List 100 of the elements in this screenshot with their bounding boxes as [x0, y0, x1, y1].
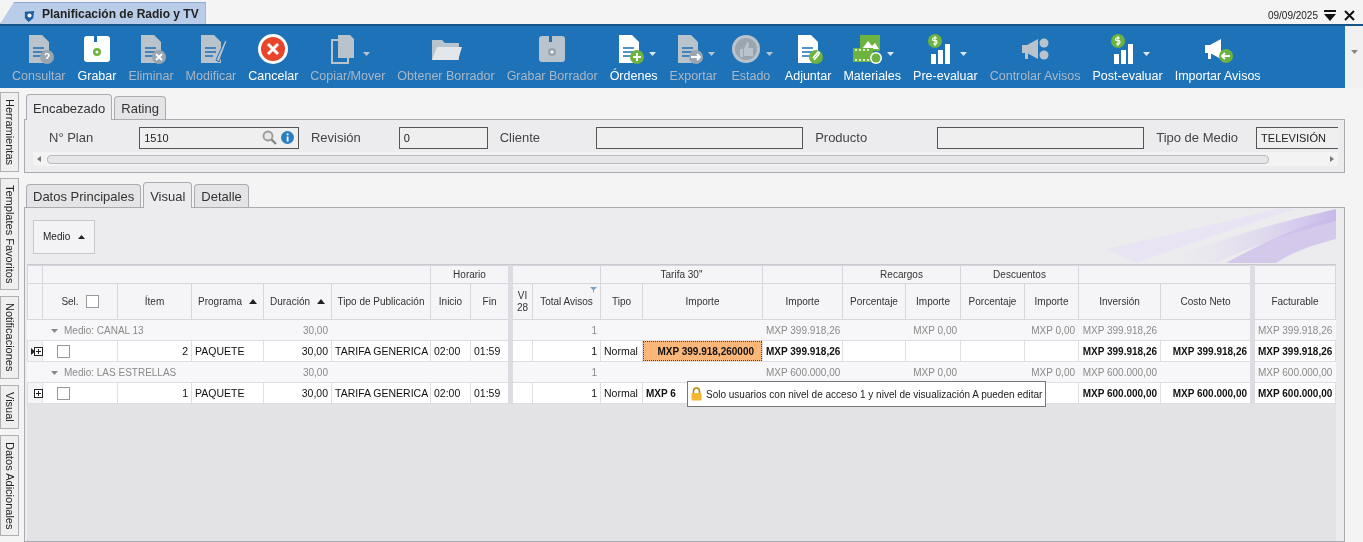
column-header[interactable]: Programa — [191, 283, 264, 320]
toolbar-button[interactable]: Órdenes — [603, 26, 664, 88]
close-icon[interactable] — [1344, 9, 1355, 21]
group-summary: MXP 600.000,00 — [1258, 366, 1333, 378]
table-cell: MXP 399.918,26 — [1258, 345, 1333, 357]
table-cell: 2 — [182, 345, 188, 357]
table-cell: 1 — [591, 387, 597, 399]
input-field[interactable] — [937, 126, 1145, 149]
column-header[interactable]: Inicio — [430, 283, 471, 320]
lock-icon — [691, 387, 702, 401]
table-cell: 30,00 — [301, 387, 328, 399]
expand-icon[interactable] — [34, 388, 43, 398]
checkbox[interactable] — [85, 295, 99, 308]
side-tab[interactable]: Visual — [0, 384, 19, 429]
toolbar-button[interactable]: Pre-evaluar — [907, 26, 984, 88]
search-icon[interactable] — [261, 130, 277, 145]
column-header[interactable]: Facturable — [1252, 283, 1336, 320]
side-tab[interactable]: Datos Adicionales — [0, 434, 19, 537]
side-tab[interactable]: Templates Favoritos — [0, 178, 19, 291]
input-field[interactable] — [596, 126, 804, 149]
toolbar-button[interactable]: Adjuntar — [778, 26, 838, 88]
group-label: Medio: LAS ESTRELLAS — [64, 366, 177, 378]
cancel-icon — [256, 32, 291, 66]
table-cell: PAQUETE — [195, 387, 245, 399]
group-summary: 1 — [591, 324, 597, 336]
group-label: Medio: CANAL 13 — [64, 324, 144, 336]
input-field[interactable]: TELEVISIÓN — [1256, 126, 1338, 149]
table-cell: MXP 399.918,26 — [766, 345, 841, 357]
column-header[interactable]: Importe — [905, 283, 961, 320]
column-header[interactable]: Fin — [470, 283, 511, 320]
input-field[interactable]: 1510 — [139, 126, 299, 149]
column-header[interactable]: Inversión — [1078, 283, 1161, 320]
table-cell: MXP 399.918,26 — [1172, 345, 1247, 357]
toolbar-button[interactable]: Importar Avisos — [1168, 26, 1267, 88]
group-by-chip[interactable]: Medio — [33, 219, 96, 254]
group-summary: 30,00 — [302, 366, 328, 378]
input-field[interactable]: 0 — [398, 126, 488, 149]
table-cell[interactable]: MXP 399.918,260000 — [643, 341, 762, 361]
column-header[interactable]: Porcentaje — [960, 283, 1025, 320]
toolbar-button[interactable]: Post-evaluar — [1086, 26, 1169, 88]
table-cell: TARIFA GENERICA — [335, 345, 429, 357]
column-header[interactable]: Costo Neto — [1160, 283, 1253, 320]
column-header[interactable]: Tipo de Publicación — [331, 283, 431, 320]
scroll-left-icon[interactable] — [37, 156, 41, 162]
group-summary: MXP 0,00 — [1031, 366, 1075, 378]
group-summary: MXP 399.918,26 — [1258, 324, 1333, 336]
group-summary: MXP 399.918,26 — [766, 324, 841, 336]
toolbar-button[interactable]: Grabar — [71, 26, 123, 88]
column-header[interactable]: Ítem — [117, 283, 192, 320]
expand-icon[interactable] — [34, 346, 43, 356]
horizontal-scrollbar[interactable] — [33, 152, 1338, 166]
group-summary: MXP 600.000,00 — [766, 366, 841, 378]
column-header[interactable]: Importe — [642, 283, 763, 320]
table-cell: MXP 600.000,00 — [1082, 387, 1157, 399]
table-cell: 02:00 — [434, 387, 461, 399]
table-cell: PAQUETE — [195, 345, 245, 357]
collapse-caret-icon[interactable] — [51, 368, 58, 376]
column-group-header: Descuentos — [993, 269, 1046, 280]
tab[interactable]: Visual — [143, 182, 193, 208]
checkbox[interactable] — [57, 386, 70, 400]
image-film-icon — [850, 32, 885, 66]
side-tab[interactable]: Herramientas — [0, 92, 19, 173]
column-header[interactable]: Tipo — [600, 283, 643, 320]
dropdown-menu-icon[interactable] — [1324, 9, 1336, 21]
column-header[interactable]: Importe — [1024, 283, 1079, 320]
column-header[interactable]: Sel. — [42, 283, 118, 320]
column-header[interactable]: Total Avisos — [532, 283, 601, 320]
filter-icon[interactable] — [590, 287, 597, 293]
column-header[interactable]: Porcentaje — [842, 283, 906, 320]
column-group-header: Recargos — [880, 269, 923, 280]
collapse-caret-icon[interactable] — [51, 326, 58, 334]
group-summary: MXP 399.918,26 — [1082, 324, 1157, 336]
column-header[interactable]: Importe — [762, 283, 843, 320]
toolbar-button[interactable]: Materiales — [837, 26, 908, 88]
tab[interactable]: Detalle — [194, 184, 249, 208]
field-label: Tipo de Medio — [1156, 130, 1239, 145]
info-icon[interactable] — [280, 131, 294, 144]
table-cell: 02:00 — [434, 345, 461, 357]
tab[interactable]: Encabezado — [26, 94, 113, 120]
window-tab[interactable]: Planificación de Radio y TV — [0, 2, 206, 24]
logo-icon — [23, 10, 36, 23]
scroll-right-icon[interactable] — [1330, 156, 1334, 162]
side-tab[interactable]: Notificaciones — [0, 296, 19, 379]
tab[interactable]: Rating — [114, 96, 166, 120]
column-group-header: Tarifa 30" — [660, 269, 703, 280]
field-label: Cliente — [499, 130, 541, 145]
table-cell: MXP 600.000,00 — [1172, 387, 1247, 399]
column-header[interactable]: Duración — [263, 283, 332, 320]
date-label: 09/09/2025 — [1267, 9, 1318, 21]
group-summary: MXP 0,00 — [913, 324, 957, 336]
field-label: N° Plan — [49, 130, 94, 145]
column-group-header: Horario — [453, 269, 486, 280]
table-cell: MXP 399.918,26 — [1082, 345, 1157, 357]
field-label: Producto — [815, 130, 868, 145]
table-cell: MXP 600.000,00 — [1258, 387, 1333, 399]
toolbar-button[interactable]: Cancelar — [242, 26, 305, 88]
checkbox[interactable] — [57, 344, 70, 358]
group-summary: 30,00 — [302, 324, 328, 336]
tab[interactable]: Datos Principales — [26, 184, 142, 208]
group-summary: MXP 0,00 — [913, 366, 957, 378]
